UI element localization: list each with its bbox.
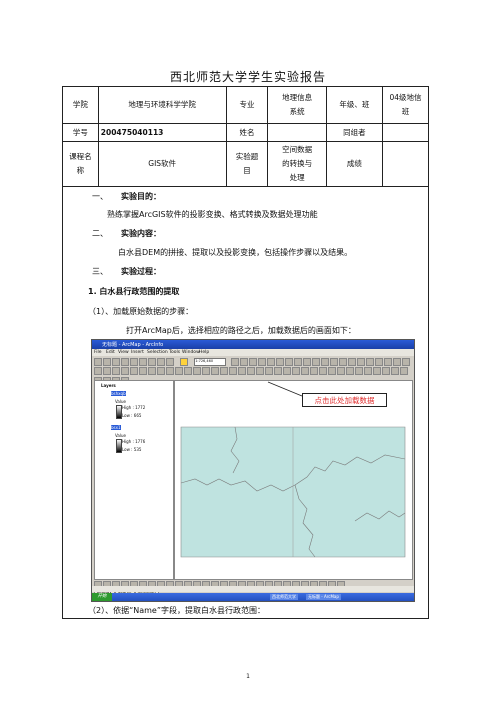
label-name: 姓名 xyxy=(225,123,269,142)
section-1-title: 实验目的： xyxy=(121,192,161,201)
label-college: 学院 xyxy=(62,86,99,124)
section-3-number: 三、 xyxy=(92,267,108,276)
step-1-text: 打开ArcMap后，选择相应的路径之后，加载数据后的画面如下： xyxy=(126,326,356,335)
section-1-text: 熟练掌握ArcGIS软件的投影变换、格式转换及数据处理功能 xyxy=(107,210,318,219)
value-course: GIS软件 xyxy=(97,141,227,187)
section-3-title: 实验过程： xyxy=(121,267,161,276)
report-title: 西北师范大学学生实验报告 xyxy=(169,70,326,84)
status-bar xyxy=(92,586,414,592)
step-2-heading: （2）、依据“Name”字段，提取白水县行政范围： xyxy=(88,606,265,615)
label-student-id: 学号 xyxy=(62,123,99,142)
value-college: 地理与环境科学学院 xyxy=(97,86,227,124)
callout-load-data: 点击此处加载数据 xyxy=(302,393,387,407)
label-partner: 同组者 xyxy=(325,123,383,142)
value-score xyxy=(381,141,430,187)
section-2-number: 二、 xyxy=(92,229,108,238)
value-name xyxy=(267,123,327,142)
value-major: 地理信息 系统 xyxy=(267,86,327,124)
info-table: 学院 地理与环境科学学院 专业 地理信息 系统 年级、班 04级地信班 学号 20… xyxy=(62,86,430,187)
label-grade: 年级、班 xyxy=(325,86,383,124)
value-student-id: 200475040113 xyxy=(97,123,227,142)
section-1-number: 一、 xyxy=(92,192,108,201)
callout-leader xyxy=(267,381,303,397)
value-partner xyxy=(381,123,430,142)
label-score: 成绩 xyxy=(325,141,383,187)
start-button[interactable]: 开始 xyxy=(92,593,112,601)
step-1-heading: （1）、加载原始数据的步骤： xyxy=(88,307,194,316)
windows-taskbar: 开始 西北师范大学 无标题 - ArcMap xyxy=(92,593,414,601)
section-2-text: 白水县DEM的拼接、提取以及投影变换，包括操作步骤以及结果。 xyxy=(118,248,353,257)
taskbar-item-1[interactable]: 西北师范大学 xyxy=(270,594,298,600)
arcmap-screenshot: 无标题 - ArcMap - ArcInfo File Edit View In… xyxy=(91,339,415,602)
taskbar-item-2[interactable]: 无标题 - ArcMap xyxy=(306,594,341,600)
value-grade: 04级地信班 xyxy=(381,86,430,124)
label-course: 课程名称 xyxy=(62,141,99,187)
section-2-title: 实验内容： xyxy=(121,229,161,238)
label-experiment: 实验题目 xyxy=(225,141,269,187)
value-experiment: 空间数据 的转换与 处理 xyxy=(267,141,327,187)
page-number: 1 xyxy=(246,673,250,680)
label-major: 专业 xyxy=(225,86,269,124)
subsection-1-title: 1. 白水县行政范围的提取 xyxy=(88,287,180,296)
